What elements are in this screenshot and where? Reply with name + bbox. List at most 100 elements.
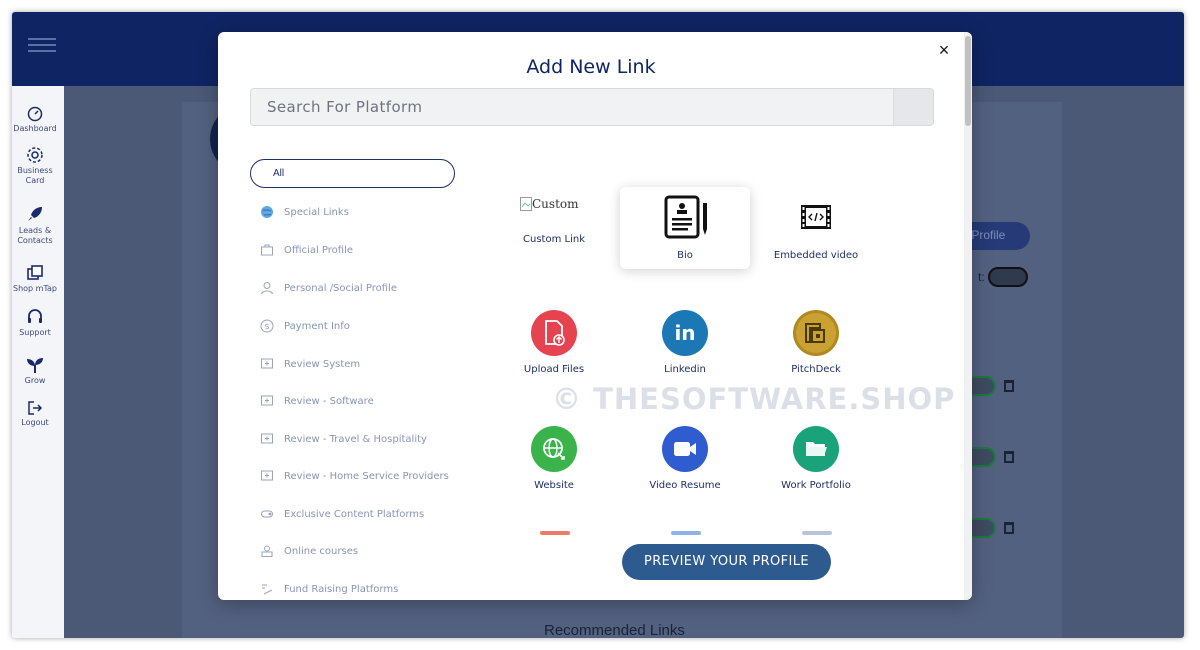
toggle-label: t: — [978, 270, 985, 284]
course-icon — [261, 545, 273, 557]
category-review-travel[interactable]: Review - Travel & Hospitality — [260, 429, 427, 449]
headset-icon — [28, 309, 42, 323]
review-icon — [261, 358, 273, 369]
platform-label: Website — [534, 480, 574, 491]
add-link-modal: × Add New Link All Special Links Officia… — [218, 32, 972, 600]
preview-profile-button[interactable]: PREVIEW YOUR PROFILE — [622, 544, 831, 580]
trash-icon[interactable] — [1004, 380, 1014, 392]
category-label: Fund Raising Platforms — [284, 583, 399, 595]
embed-video-icon — [801, 205, 831, 229]
platform-upload-files[interactable]: Upload Files — [489, 310, 619, 392]
category-special-links[interactable]: Special Links — [260, 202, 349, 222]
content-icon — [261, 510, 273, 518]
rocket-icon — [28, 207, 42, 221]
category-exclusive-content[interactable]: Exclusive Content Platforms — [260, 504, 424, 524]
platform-label: Embedded video — [773, 250, 859, 261]
sidebar-item-shop[interactable]: Shop mTap — [12, 264, 58, 294]
category-label: Review - Software — [284, 395, 374, 407]
hamburger-menu-icon[interactable] — [28, 38, 56, 52]
shop-icon — [27, 265, 43, 280]
sidebar-item-support[interactable]: Support — [12, 308, 58, 338]
svg-text:in: in — [674, 321, 695, 345]
review-icon — [261, 470, 273, 481]
review-icon — [261, 395, 273, 406]
video-camera-icon — [662, 426, 708, 472]
app-window: Dashboard Business Card Leads & Contacts… — [12, 12, 1184, 638]
dashboard-icon — [27, 106, 43, 122]
platform-bio[interactable]: Bio — [620, 187, 750, 269]
pitchdeck-icon — [793, 310, 839, 356]
platform-label: Linkedin — [664, 364, 706, 375]
briefcase-icon — [261, 244, 273, 256]
sidebar-item-label: Dashboard — [13, 124, 57, 133]
category-review-system[interactable]: Review System — [260, 354, 360, 374]
website-icon — [531, 426, 577, 472]
dark-toggle[interactable] — [988, 267, 1028, 287]
sidebar-item-business-card[interactable]: Business Card — [12, 146, 58, 186]
sidebar-item-label: Logout — [21, 418, 49, 427]
category-label: Official Profile — [284, 244, 353, 256]
review-icon — [261, 433, 273, 444]
category-fund-raising[interactable]: Fund Raising Platforms — [260, 579, 398, 599]
sidebar-item-logout[interactable]: Logout — [12, 400, 58, 428]
platform-video-resume[interactable]: Video Resume — [620, 426, 750, 508]
platform-linkedin[interactable]: in Linkedin — [620, 310, 750, 392]
platform-label: Custom Link — [523, 234, 585, 245]
platform-custom-link[interactable]: Custom Link — [489, 187, 619, 269]
category-label: Review - Travel & Hospitality — [284, 433, 427, 445]
search-button[interactable] — [893, 89, 933, 125]
linkedin-icon: in — [662, 310, 708, 356]
platform-website[interactable]: Website — [489, 426, 619, 508]
modal-scrollbar[interactable] — [964, 32, 972, 600]
category-official-profile[interactable]: Official Profile — [260, 240, 353, 260]
category-label: Special Links — [284, 206, 349, 218]
sidebar-item-label: Leads & Contacts — [17, 226, 53, 245]
platform-work-portfolio[interactable]: Work Portfolio — [751, 426, 881, 508]
category-label: Online courses — [284, 545, 359, 557]
dollar-icon: $ — [260, 319, 274, 333]
platform-label: Upload Files — [523, 364, 585, 375]
sidebar-item-label: Support — [19, 328, 51, 337]
search-bar — [250, 88, 934, 126]
sidebar-item-dashboard[interactable]: Dashboard — [12, 106, 58, 134]
platform-embedded-video[interactable]: Embedded video — [751, 187, 881, 269]
watermark: © THESOFTWARE.SHOP — [552, 382, 956, 416]
sidebar-item-label: Grow — [24, 376, 46, 385]
category-payment-info[interactable]: $ Payment Info — [260, 316, 350, 336]
trash-icon[interactable] — [1004, 451, 1014, 463]
gear-icon — [27, 147, 43, 163]
category-all[interactable]: All — [250, 159, 455, 188]
person-icon — [261, 282, 273, 295]
category-online-courses[interactable]: Online courses — [260, 541, 358, 561]
logout-icon — [28, 401, 43, 415]
sidebar-item-label: Shop mTap — [13, 284, 57, 293]
sidebar: Dashboard Business Card Leads & Contacts… — [12, 86, 64, 638]
category-review-home-service[interactable]: Review - Home Service Providers — [260, 466, 449, 486]
next-row-icon-peek — [540, 531, 570, 535]
sidebar-item-leads[interactable]: Leads & Contacts — [12, 204, 58, 246]
sprout-icon — [27, 358, 43, 373]
trash-icon[interactable] — [1004, 522, 1014, 534]
platform-label: Bio — [677, 250, 693, 261]
platform-label: PitchDeck — [791, 364, 841, 375]
sidebar-item-label: Business Card — [17, 166, 53, 185]
upload-file-icon — [531, 310, 577, 356]
category-label: Review - Home Service Providers — [284, 470, 449, 482]
fund-icon — [262, 584, 273, 595]
next-row-icon-peek — [671, 531, 701, 535]
platform-label: Video Resume — [649, 480, 721, 491]
platform-pitchdeck[interactable]: PitchDeck — [751, 310, 881, 392]
category-label: Review System — [284, 358, 361, 370]
scrollbar-thumb[interactable] — [965, 36, 971, 126]
sidebar-item-grow[interactable]: Grow — [12, 356, 58, 386]
modal-title: Add New Link — [526, 56, 656, 78]
folder-icon — [793, 426, 839, 472]
search-input[interactable] — [251, 89, 893, 125]
recommended-links-heading: Recommended Links — [544, 622, 685, 638]
category-label: Payment Info — [284, 320, 350, 332]
category-review-software[interactable]: Review - Software — [260, 391, 374, 411]
category-personal-social[interactable]: Personal /Social Profile — [260, 278, 397, 298]
svg-text:$: $ — [264, 322, 269, 331]
next-row-icon-peek — [802, 531, 832, 535]
bio-document-icon — [664, 195, 707, 239]
